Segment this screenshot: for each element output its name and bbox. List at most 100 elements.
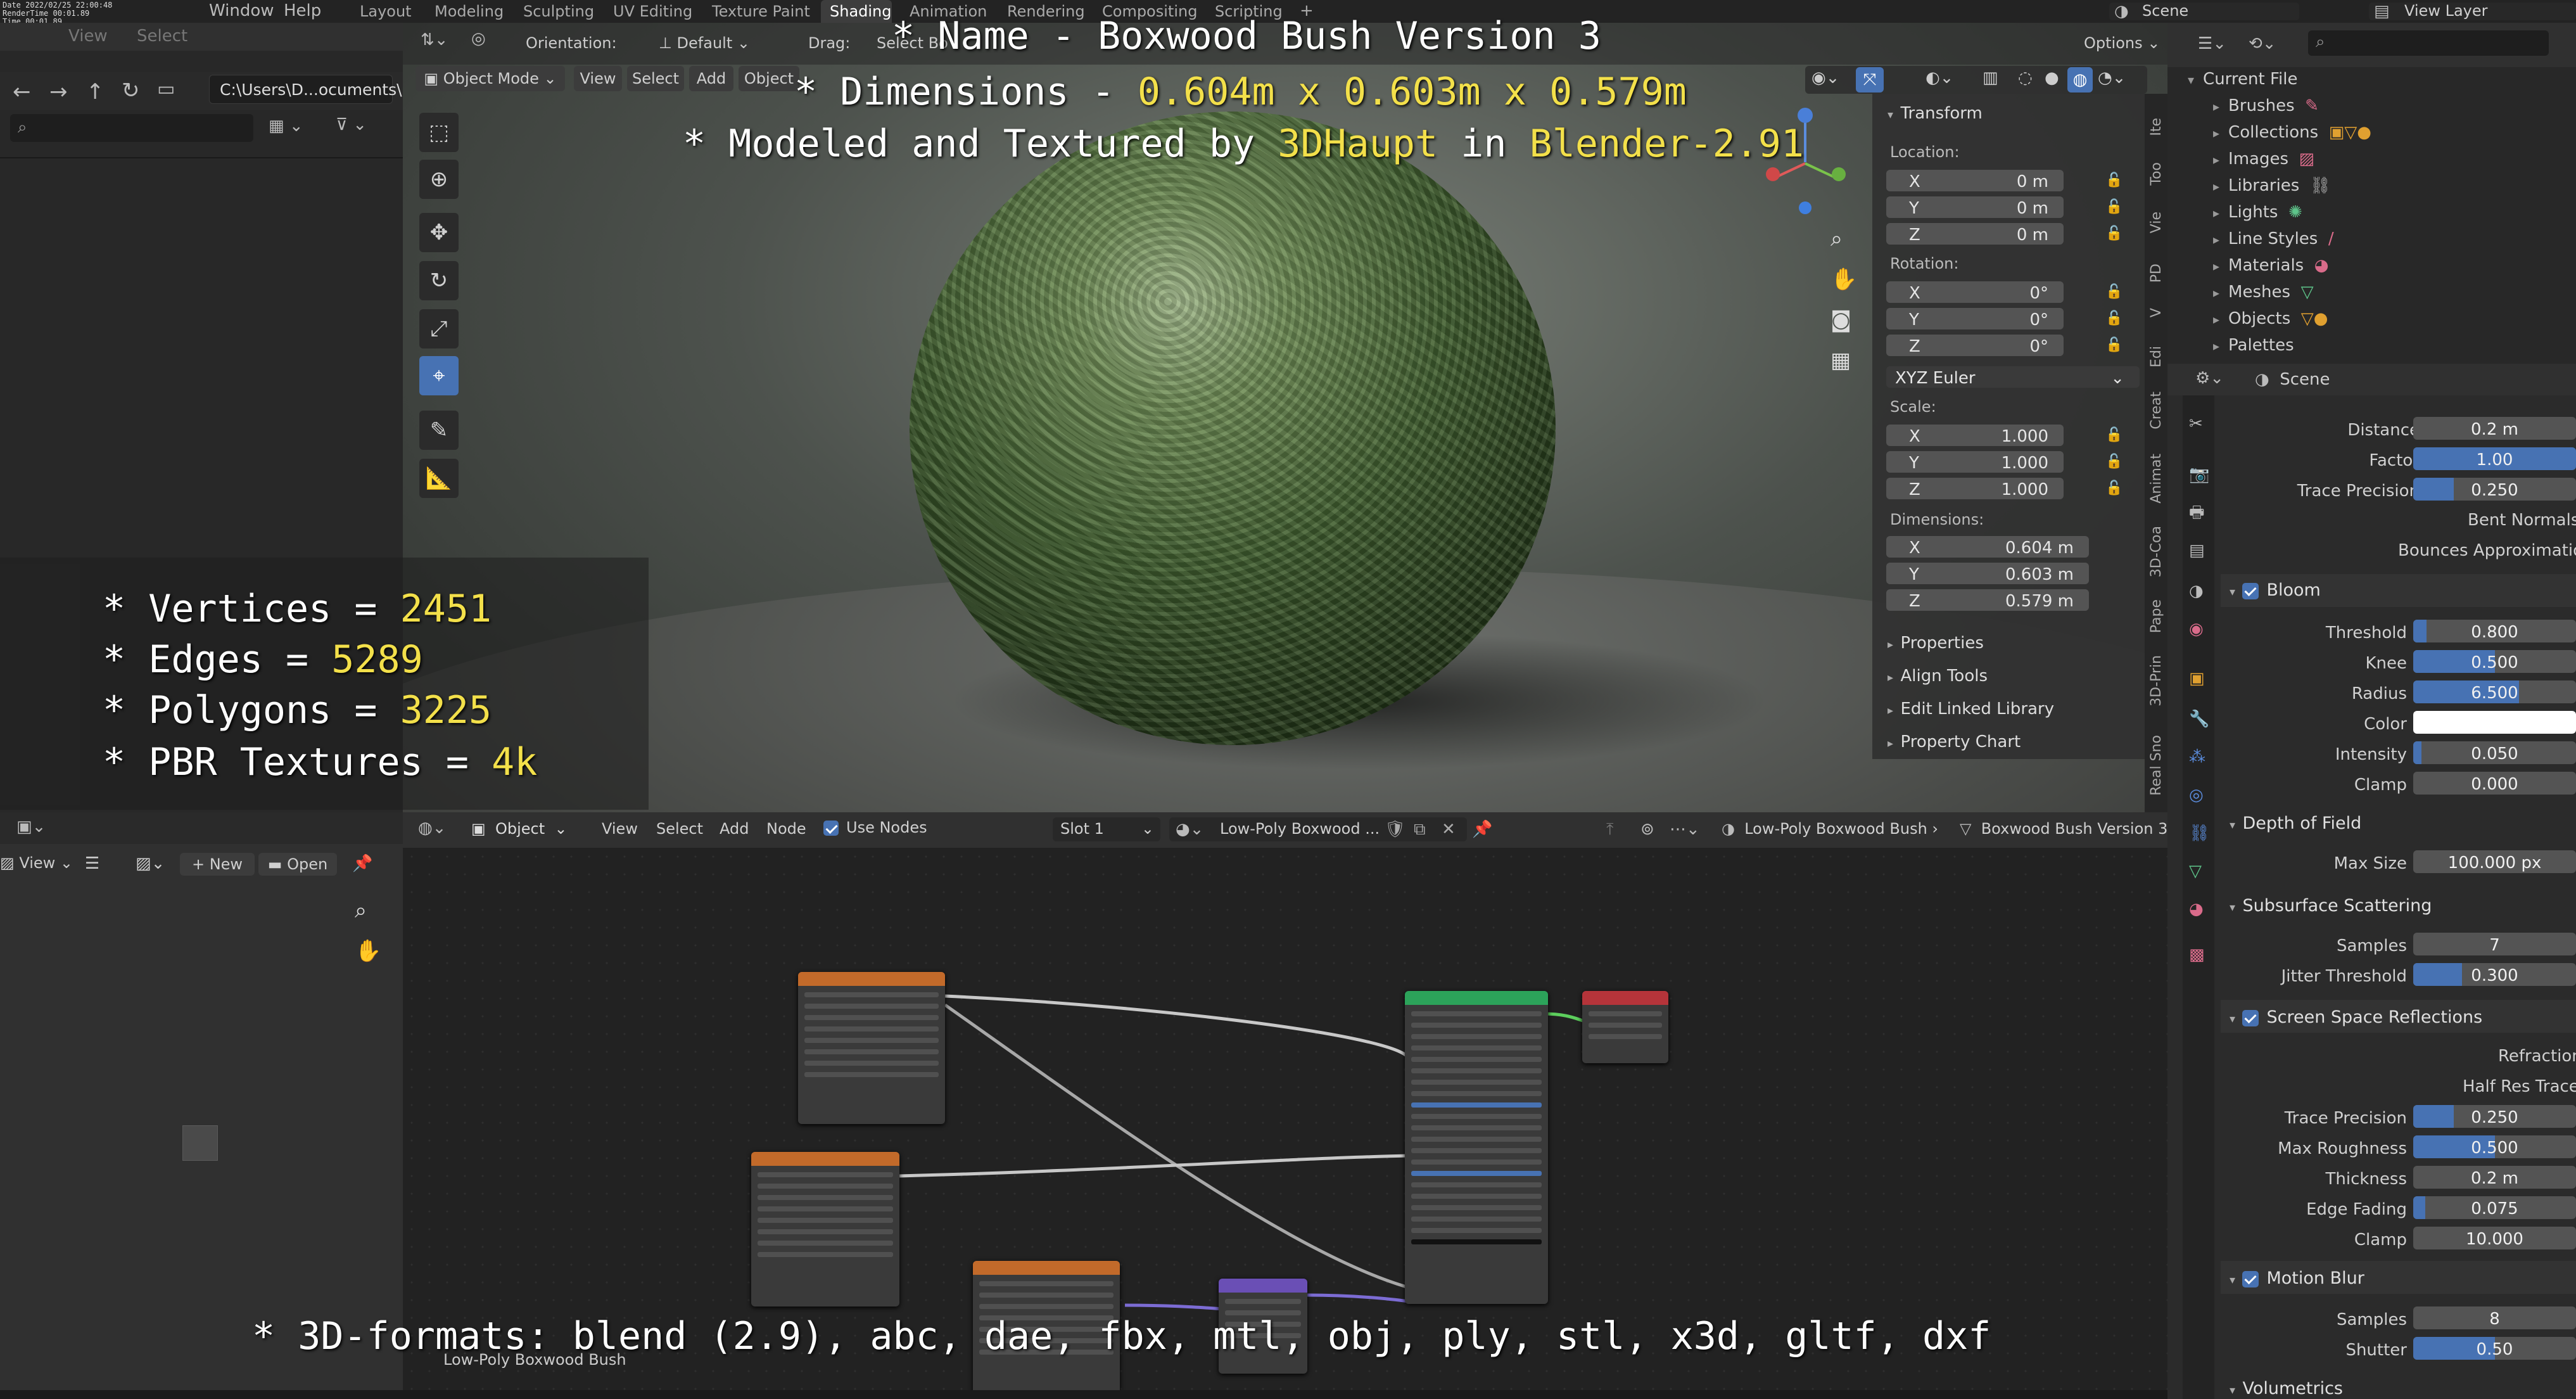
edit-linked-library-subpanel[interactable]: ▸ Edit Linked Library xyxy=(1888,701,2054,717)
tab-texture-paint[interactable]: Texture Paint xyxy=(712,4,810,19)
ssr-thickness-field[interactable]: 0.2 m xyxy=(2413,1166,2576,1189)
menu-icon[interactable]: ☰ xyxy=(85,855,99,872)
lock-icon[interactable]: 🔓 xyxy=(2105,227,2122,241)
overlay-icon[interactable]: ◐⌄ xyxy=(1926,70,1953,86)
menu-window[interactable]: Window xyxy=(209,3,274,19)
bloom-threshold-slider[interactable]: 0.800 xyxy=(2413,620,2576,642)
half-res-trace-checkbox[interactable]: Half Res Trace xyxy=(2463,1078,2576,1095)
bloom-color-swatch[interactable] xyxy=(2413,711,2576,734)
lock-icon[interactable]: 🔓 xyxy=(2105,200,2122,214)
ssr-max-roughness-slider[interactable]: 0.500 xyxy=(2413,1135,2576,1158)
constraint-properties-icon[interactable]: ⛓ xyxy=(2189,825,2210,841)
tab-layout[interactable]: Layout xyxy=(360,4,412,19)
outliner-item-palettes[interactable]: ▸ Palettes xyxy=(2213,336,2294,355)
rotation-mode-dropdown[interactable]: XYZ Euler ⌄ xyxy=(1886,366,2140,388)
image-browse-icon[interactable]: ▨⌄ xyxy=(136,855,165,872)
annotate-tool[interactable]: ✎ xyxy=(419,411,459,450)
transform-tool[interactable]: ⌖ xyxy=(419,356,459,395)
outliner-item-meshes[interactable]: ▸ Meshes ▽ xyxy=(2213,283,2314,302)
sidebar-tab-3dprint[interactable]: 3D-Prin xyxy=(2148,655,2164,706)
zoom-icon[interactable]: ⌕ xyxy=(355,900,367,921)
ne-menu-select[interactable]: Select xyxy=(656,821,703,836)
property-chart-subpanel[interactable]: ▸ Property Chart xyxy=(1888,734,2021,750)
sidebar-tab-realsnow[interactable]: Real Sno xyxy=(2148,735,2164,796)
fb-path-field[interactable]: C:\Users\D...ocuments\ xyxy=(209,75,402,104)
align-tools-subpanel[interactable]: ▸ Align Tools xyxy=(1888,668,1988,684)
lock-icon[interactable]: 🔓 xyxy=(2105,482,2122,495)
new-folder-icon[interactable]: ▭ xyxy=(157,80,175,99)
lock-icon[interactable]: 🔓 xyxy=(2105,338,2122,352)
material-selector[interactable]: ◕⌄ Low-Poly Boxwood ... 🛡 ⧉ ✕ xyxy=(1169,817,1467,841)
physics-properties-icon[interactable]: ◎ xyxy=(2189,787,2204,803)
image-texture-node[interactable] xyxy=(751,1152,899,1306)
parent-dir-icon[interactable]: ↑ xyxy=(86,81,105,103)
volumetrics-panel-header[interactable]: ▾ Volumetrics xyxy=(2230,1379,2343,1398)
rotation-x-field[interactable]: X 0° xyxy=(1886,281,2064,303)
rendered-shading-icon[interactable]: ◔⌄ xyxy=(2098,70,2126,86)
xray-icon[interactable]: ▥ xyxy=(1983,70,1998,86)
trace-precision-slider[interactable]: 0.250 xyxy=(2413,478,2576,501)
vp-menu-select[interactable]: Select xyxy=(627,66,684,91)
forward-icon[interactable]: → xyxy=(49,81,68,103)
pan-hand-icon[interactable]: ✋ xyxy=(1830,269,1857,290)
lock-icon[interactable]: 🔓 xyxy=(2105,312,2122,326)
ssr-trace-precision-slider[interactable]: 0.250 xyxy=(2413,1105,2576,1128)
fb-menu-select[interactable]: Select xyxy=(137,28,187,44)
dof-panel-header[interactable]: ▾ Depth of Field xyxy=(2230,814,2361,833)
tab-shading[interactable]: Shading xyxy=(821,0,892,23)
lock-icon[interactable]: 🔓 xyxy=(2105,285,2122,299)
texture-properties-icon[interactable]: ▩ xyxy=(2189,947,2205,963)
outliner-item-brushes[interactable]: ▸ Brushes ✎ xyxy=(2213,96,2319,115)
sidebar-tab-3dcoat[interactable]: 3D-Coa xyxy=(2148,526,2164,577)
vp-menu-view[interactable]: View xyxy=(574,66,622,91)
bloom-panel-header[interactable]: ▾ Bloom xyxy=(2230,580,2321,600)
ne-menu-node[interactable]: Node xyxy=(766,821,806,836)
outliner-item-line-styles[interactable]: ▸ Line Styles ∕ xyxy=(2213,229,2334,248)
move-tool[interactable]: ✥ xyxy=(419,213,459,252)
outliner-item-images[interactable]: ▸ Images ▨ xyxy=(2213,150,2314,169)
shader-type-dropdown[interactable]: ▣ Object ⌄ xyxy=(471,821,567,836)
refresh-icon[interactable]: ↻ xyxy=(122,80,140,101)
zoom-icon[interactable]: ⌕ xyxy=(1830,228,1843,250)
select-box-tool[interactable]: ⬚ xyxy=(419,113,459,152)
ssr-checkbox[interactable] xyxy=(2242,1009,2259,1026)
sidebar-tab-view[interactable]: Vie xyxy=(2148,212,2164,233)
rotate-tool[interactable]: ↻ xyxy=(419,261,459,300)
scale-z-field[interactable]: Z 1.000 xyxy=(1886,478,2064,499)
use-nodes-toggle[interactable]: Use Nodes xyxy=(823,820,927,836)
bloom-clamp-field[interactable]: 0.000 xyxy=(2413,772,2576,795)
outliner-item-materials[interactable]: ▸ Materials ◕ xyxy=(2213,256,2328,275)
lock-icon[interactable]: 🔓 xyxy=(2105,174,2122,188)
scene-selector[interactable]: ◑ Scene xyxy=(2109,3,2299,20)
sss-jitter-slider[interactable]: 0.300 xyxy=(2413,963,2576,986)
display-mode-icon[interactable]: ⟲⌄ xyxy=(2249,35,2276,52)
outliner-item-libraries[interactable]: ▸ Libraries ⛓ xyxy=(2213,176,2331,195)
tool-settings-icon[interactable]: ✂ xyxy=(2189,416,2203,432)
parent-node-icon[interactable]: ⤒ xyxy=(1606,821,1614,838)
scene-properties-icon[interactable]: ◑ xyxy=(2189,583,2204,599)
tab-uv-editing[interactable]: UV Editing xyxy=(613,4,692,19)
cursor-tool[interactable]: ⊕ xyxy=(419,160,459,199)
sss-samples-field[interactable]: 7 xyxy=(2413,933,2576,955)
render-properties-icon[interactable]: 📷 xyxy=(2189,466,2209,483)
slot-dropdown[interactable]: Slot 1 ⌄ xyxy=(1053,817,1160,841)
location-z-field[interactable]: Z 0 m xyxy=(1886,223,2064,245)
boxwood-bush[interactable] xyxy=(910,112,1556,745)
back-icon[interactable]: ← xyxy=(13,81,31,103)
transform-header[interactable]: ▾ Transform xyxy=(1888,105,1983,122)
menu-help[interactable]: Help xyxy=(284,3,321,19)
rotation-y-field[interactable]: Y 0° xyxy=(1886,308,2064,329)
outliner-root[interactable]: ▾ Current File xyxy=(2188,70,2297,89)
snap-mode-icon[interactable]: ⋯⌄ xyxy=(1670,821,1700,838)
outliner-search-input[interactable]: ⌕ xyxy=(2308,30,2549,56)
vp-menu-add[interactable]: Add xyxy=(689,66,733,91)
world-properties-icon[interactable]: ◉ xyxy=(2189,621,2204,637)
lock-icon[interactable]: 🔓 xyxy=(2105,455,2122,469)
factor-slider[interactable]: 1.00 xyxy=(2413,447,2576,470)
refraction-checkbox[interactable]: Refraction xyxy=(2498,1048,2576,1064)
new-image-button[interactable]: + New xyxy=(180,853,255,876)
pin-icon[interactable]: 📌 xyxy=(1472,821,1492,838)
material-output-node[interactable] xyxy=(1582,991,1668,1063)
sidebar-tab-tool[interactable]: Too xyxy=(2148,162,2164,186)
principled-bsdf-node[interactable] xyxy=(1405,991,1548,1304)
